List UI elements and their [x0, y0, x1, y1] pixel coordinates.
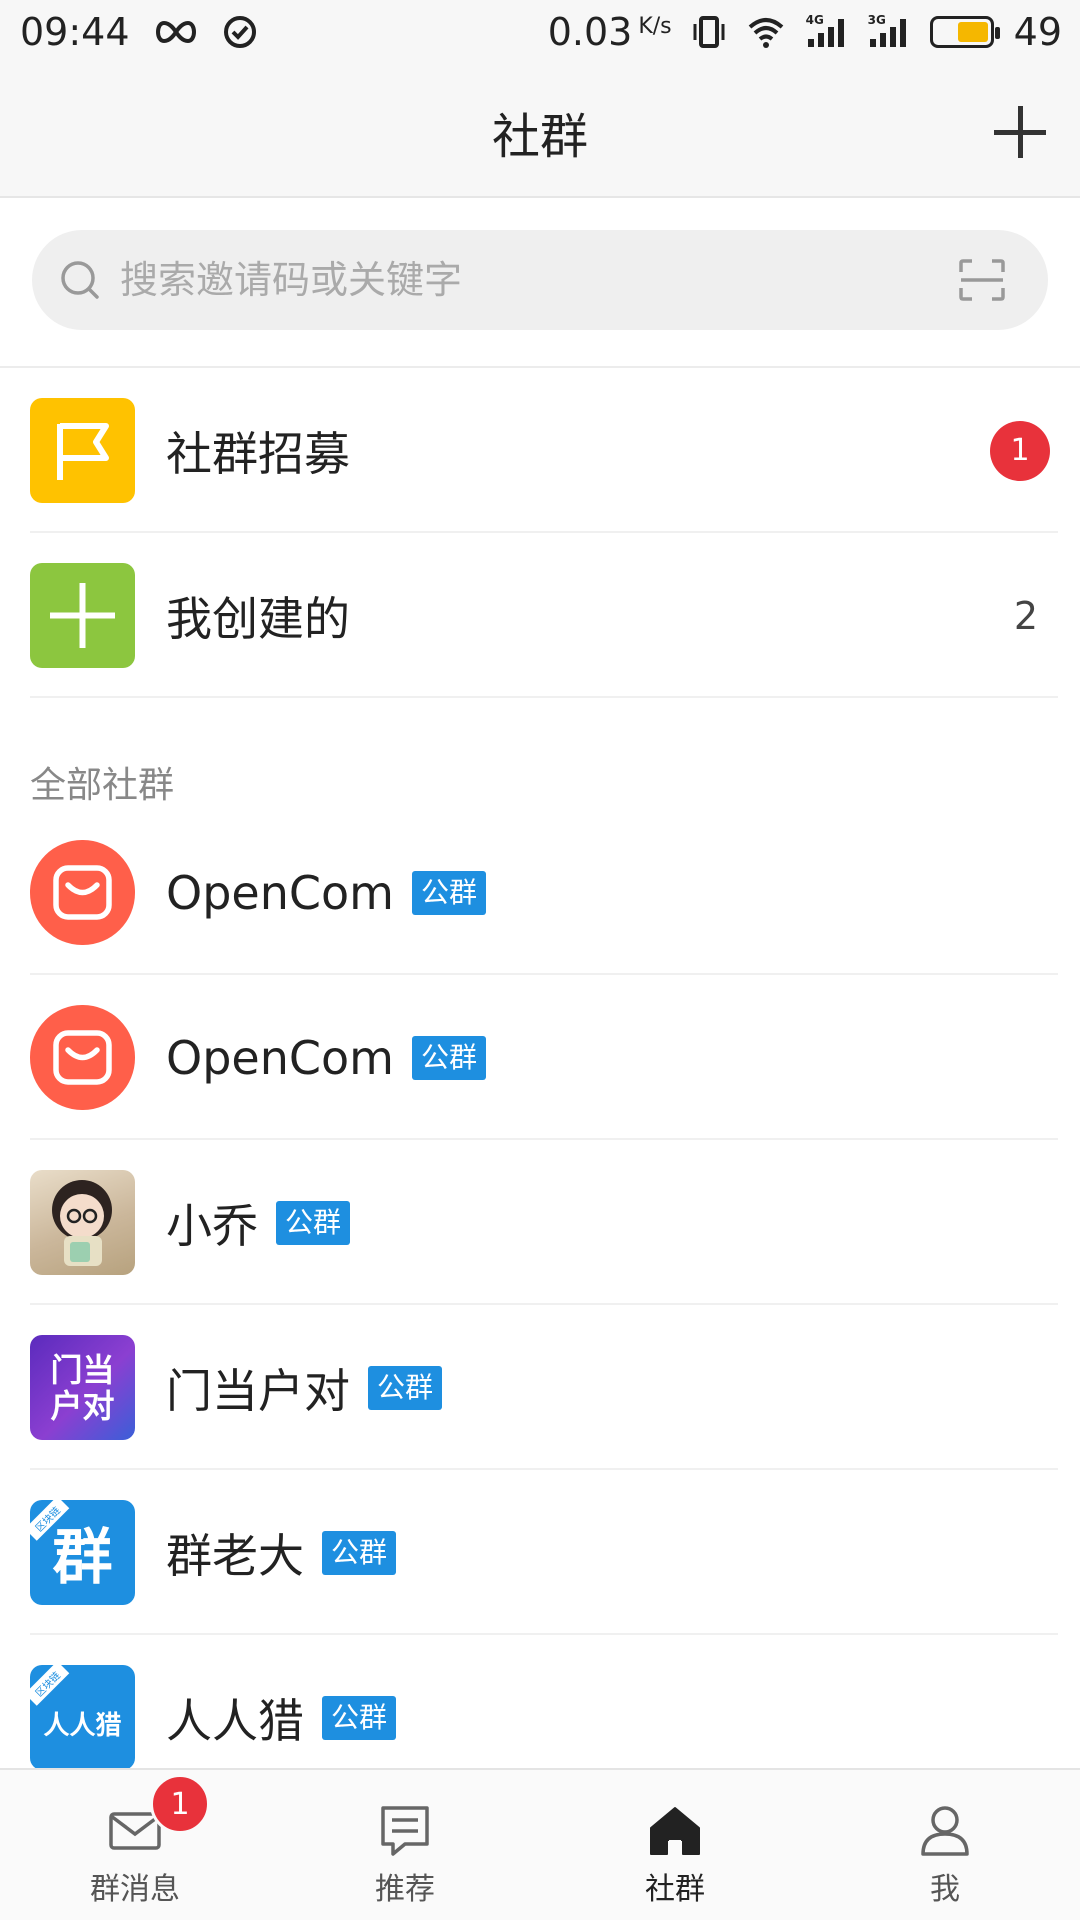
community-name: 群老大	[166, 1528, 304, 1583]
logo-text: 门当户对	[50, 1350, 115, 1425]
nav-label: 我	[930, 1872, 960, 1907]
shortcut-created[interactable]: 我创建的 2	[0, 533, 1080, 698]
network-speed: 0.03 K/s	[548, 10, 672, 54]
community-label: 门当户对 公群	[166, 1355, 443, 1421]
notification-badge: 1	[990, 420, 1050, 481]
community-name: 门当户对	[166, 1363, 350, 1418]
nav-label: 社群	[645, 1872, 705, 1907]
scan-icon[interactable]	[958, 258, 1006, 302]
shortcut-label: 我创建的	[166, 583, 350, 649]
community-name: OpenCom	[166, 1030, 394, 1085]
community-label: 群老大 公群	[166, 1520, 397, 1586]
community-row[interactable]: 小乔 公群	[0, 1140, 1080, 1305]
shopping-bag-icon	[30, 840, 135, 945]
public-badge: 公群	[368, 1365, 443, 1410]
list-icon	[381, 1806, 429, 1856]
wifi-icon	[748, 18, 783, 48]
signal-3g-icon: 3G	[868, 13, 910, 49]
bottom-nav: 1 群消息 推荐 社群 我	[0, 1768, 1080, 1920]
public-badge: 公群	[411, 870, 486, 915]
logo-mendanghudui: 门当户对	[30, 1335, 135, 1440]
status-bar: 09:44 0.03 K/s 4G 3G 49	[0, 0, 1080, 66]
plus-icon	[30, 563, 135, 668]
infinity-icon	[155, 20, 196, 44]
nav-community[interactable]: 社群	[540, 1770, 810, 1920]
logo-text: 人人猎	[43, 1711, 122, 1741]
network-speed-unit: K/s	[638, 14, 672, 39]
search-box[interactable]	[32, 230, 1048, 330]
community-name: 小乔	[166, 1198, 258, 1253]
shortcut-recruit[interactable]: 社群招募 1	[0, 368, 1080, 533]
community-name: OpenCom	[166, 865, 394, 920]
community-row[interactable]: OpenCom 公群	[0, 975, 1080, 1140]
network-speed-value: 0.03	[547, 10, 633, 54]
community-label: 小乔 公群	[166, 1190, 351, 1256]
header: 社群	[0, 66, 1080, 198]
battery-icon	[929, 16, 1000, 48]
logo-qunlaoda: 区块链 群	[30, 1500, 135, 1605]
logo-renrenlie: 区块链 人人猎	[30, 1665, 135, 1770]
shortcut-created-label: 我创建的	[166, 591, 350, 646]
vibrate-icon	[693, 16, 725, 48]
created-count: 2	[1013, 593, 1038, 638]
public-badge: 公群	[322, 1695, 397, 1740]
community-row[interactable]: OpenCom 公群	[0, 810, 1080, 975]
status-time: 09:44	[20, 10, 130, 54]
check-circle-icon	[223, 16, 256, 48]
public-badge: 公群	[322, 1530, 397, 1575]
user-icon	[921, 1806, 969, 1856]
nav-messages[interactable]: 1 群消息	[0, 1770, 270, 1920]
community-label: 人人猎 公群	[166, 1685, 397, 1751]
logo-text: 群	[52, 1523, 113, 1593]
community-row[interactable]: 门当户对 门当户对 公群	[0, 1305, 1080, 1470]
shortcut-label: 社群招募	[166, 418, 350, 484]
search-area	[0, 200, 1080, 368]
search-input[interactable]	[120, 230, 920, 330]
nav-recommend[interactable]: 推荐	[270, 1770, 540, 1920]
signal-4g-icon: 4G	[806, 13, 848, 49]
flag-icon	[30, 398, 135, 503]
section-title: 全部社群	[30, 765, 175, 806]
public-badge: 公群	[411, 1035, 486, 1080]
nav-me[interactable]: 我	[810, 1770, 1080, 1920]
add-button[interactable]	[990, 102, 1050, 162]
community-label: OpenCom 公群	[166, 866, 486, 920]
nav-label: 群消息	[90, 1872, 180, 1907]
shortcut-recruit-label: 社群招募	[166, 426, 350, 481]
shopping-bag-icon	[30, 1005, 135, 1110]
public-badge: 公群	[276, 1200, 351, 1245]
logo-ribbon: 区块链	[30, 1665, 70, 1706]
community-name: 人人猎	[166, 1693, 304, 1748]
nav-label: 推荐	[375, 1872, 435, 1907]
battery-level: 49	[1013, 10, 1062, 54]
search-icon	[61, 261, 99, 299]
community-label: OpenCom 公群	[166, 1031, 486, 1085]
page-title: 社群	[491, 109, 588, 165]
home-icon	[650, 1807, 700, 1855]
community-row[interactable]: 区块链 群 群老大 公群	[0, 1470, 1080, 1635]
avatar-photo	[30, 1170, 135, 1275]
nav-badge: 1	[150, 1774, 210, 1834]
